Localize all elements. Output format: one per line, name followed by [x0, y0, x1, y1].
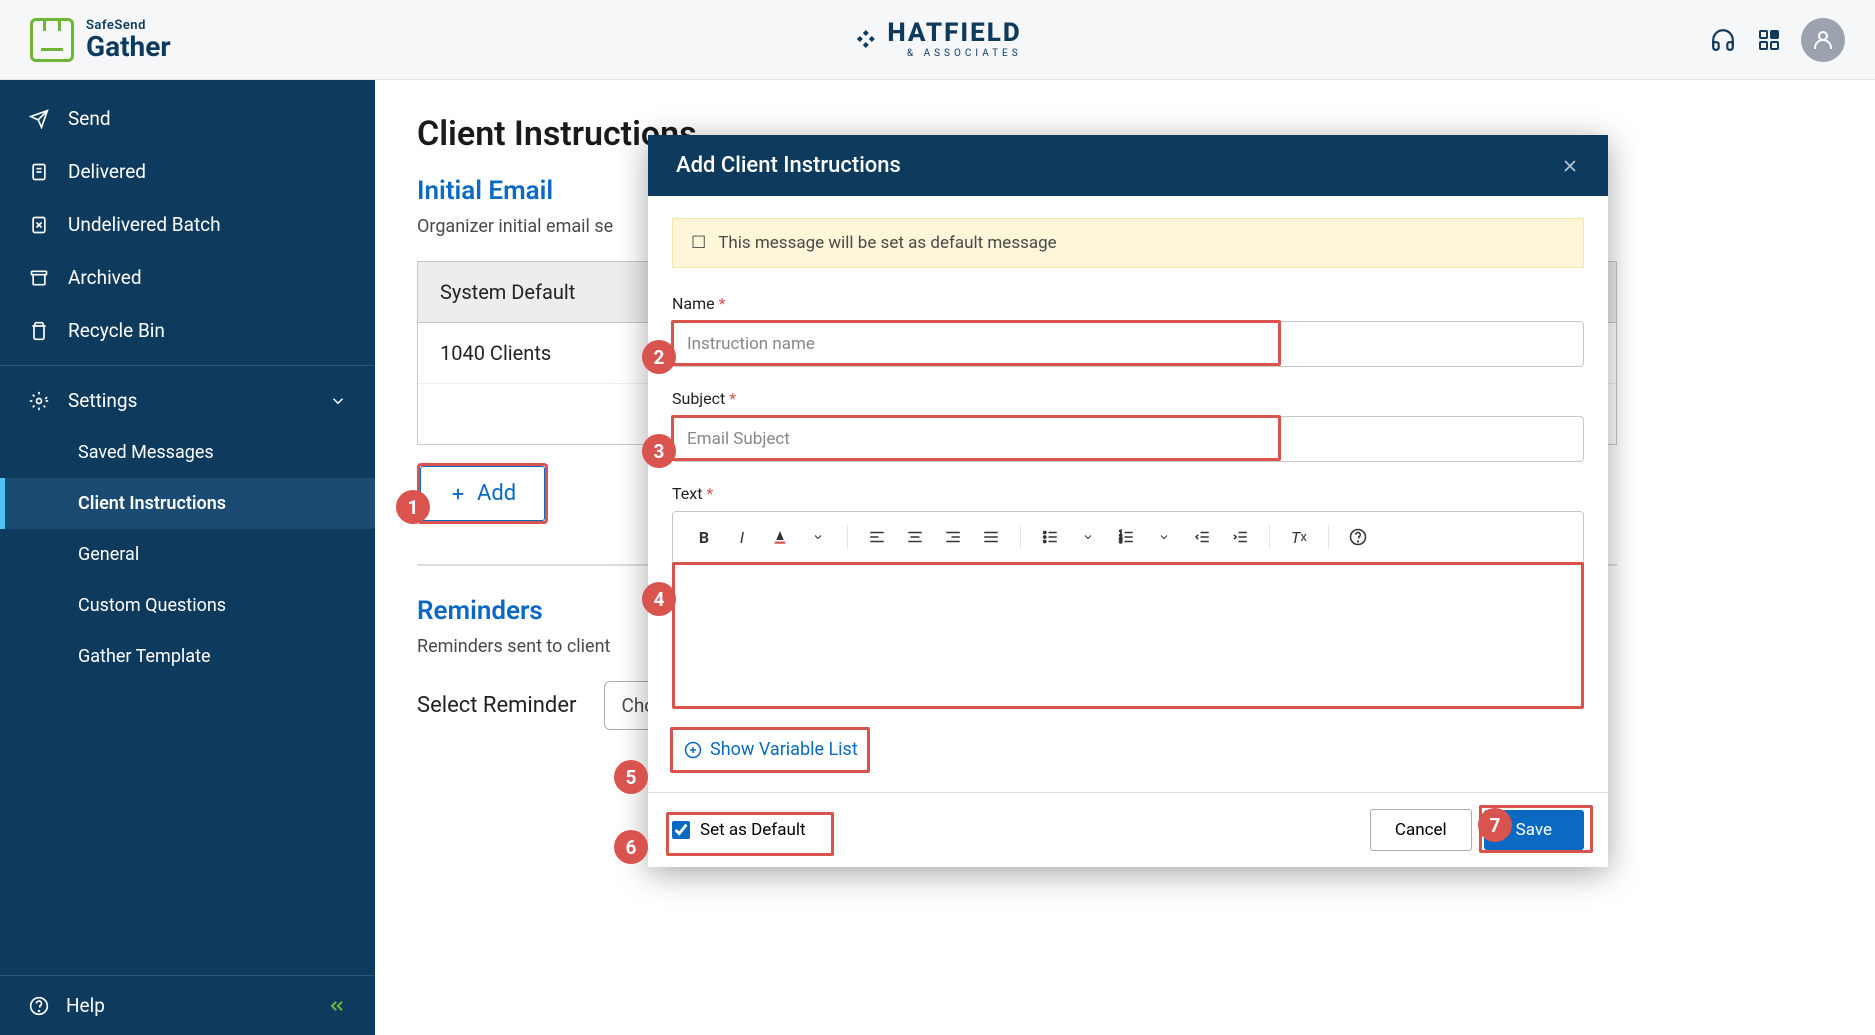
- callout-badge-5: 5: [614, 760, 648, 794]
- sidebar-item-undelivered[interactable]: Undelivered Batch: [0, 198, 375, 251]
- x-file-icon: [28, 214, 50, 236]
- select-reminder-label: Select Reminder: [417, 693, 576, 718]
- sidebar-item-label: Client Instructions: [78, 493, 226, 514]
- gear-icon: [28, 390, 50, 412]
- callout-badge-2: 2: [642, 340, 676, 374]
- plus-circle-icon: [684, 741, 702, 759]
- modal-header: Add Client Instructions: [648, 135, 1608, 196]
- sidebar-item-recycle[interactable]: Recycle Bin: [0, 304, 375, 357]
- help-button[interactable]: [1343, 522, 1373, 552]
- sidebar-item-general[interactable]: General: [0, 529, 375, 580]
- dropdown-icon[interactable]: [1073, 522, 1103, 552]
- sidebar-item-label: Delivered: [68, 160, 146, 183]
- sidebar-item-client-instructions[interactable]: Client Instructions: [0, 478, 375, 529]
- sidebar-item-settings[interactable]: Settings: [0, 374, 375, 427]
- add-client-instructions-modal: Add Client Instructions ☐ This message w…: [648, 135, 1608, 867]
- indent-button[interactable]: [1225, 522, 1255, 552]
- sidebar-footer: Help: [0, 975, 375, 1035]
- logo-bottom-text: Gather: [86, 33, 171, 61]
- sidebar-item-custom-questions[interactable]: Custom Questions: [0, 580, 375, 631]
- italic-button[interactable]: I: [727, 522, 757, 552]
- help-link[interactable]: Help: [66, 994, 105, 1017]
- svg-text:3: 3: [1119, 539, 1122, 545]
- bullet-list-button[interactable]: [1035, 522, 1065, 552]
- plus-icon: [449, 485, 467, 503]
- user-avatar[interactable]: [1801, 18, 1845, 62]
- subject-input[interactable]: [672, 416, 1584, 462]
- sidebar-item-label: General: [78, 544, 139, 565]
- callout-badge-6: 6: [614, 830, 648, 864]
- cancel-button[interactable]: Cancel: [1370, 809, 1472, 851]
- set-default-label: Set as Default: [700, 820, 806, 840]
- sidebar-item-saved-messages[interactable]: Saved Messages: [0, 427, 375, 478]
- name-input[interactable]: [672, 321, 1584, 367]
- modal-footer: Set as Default Cancel Save: [648, 792, 1608, 867]
- align-right-button[interactable]: [938, 522, 968, 552]
- default-notice: ☐ This message will be set as default me…: [672, 218, 1584, 268]
- align-center-button[interactable]: [900, 522, 930, 552]
- sidebar-item-label: Custom Questions: [78, 595, 226, 616]
- collapse-icon[interactable]: [327, 996, 347, 1016]
- callout-badge-7: 7: [1478, 808, 1512, 842]
- headset-icon[interactable]: [1709, 26, 1737, 54]
- close-icon[interactable]: [1560, 156, 1580, 176]
- archive-icon: [28, 267, 50, 289]
- apps-icon[interactable]: [1755, 26, 1783, 54]
- sidebar-divider: [0, 365, 375, 366]
- sidebar-item-label: Send: [68, 107, 111, 130]
- callout-badge-1: 1: [396, 490, 430, 524]
- set-default-checkbox[interactable]: [672, 821, 690, 839]
- company-name: HATFIELD: [887, 20, 1021, 46]
- dropdown-icon[interactable]: [803, 522, 833, 552]
- text-color-button[interactable]: [765, 522, 795, 552]
- sidebar-item-label: Saved Messages: [78, 442, 214, 463]
- align-justify-button[interactable]: [976, 522, 1006, 552]
- company-icon: [853, 28, 877, 52]
- name-label: Name *: [672, 294, 1584, 313]
- send-icon: [28, 108, 50, 130]
- sidebar-item-send[interactable]: Send: [0, 92, 375, 145]
- file-icon: [28, 161, 50, 183]
- app-logo: SafeSend Gather: [30, 18, 171, 62]
- app-header: SafeSend Gather HATFIELD & ASSOCIATES: [0, 0, 1875, 80]
- outdent-button[interactable]: [1187, 522, 1217, 552]
- bold-button[interactable]: B: [689, 522, 719, 552]
- sidebar-item-archived[interactable]: Archived: [0, 251, 375, 304]
- number-list-button[interactable]: 123: [1111, 522, 1141, 552]
- dropdown-icon[interactable]: [1149, 522, 1179, 552]
- gather-logo-icon: [30, 18, 74, 62]
- show-variable-list-link[interactable]: Show Variable List: [672, 729, 870, 770]
- callout-badge-3: 3: [642, 434, 676, 468]
- callout-badge-4: 4: [642, 582, 676, 616]
- subject-label: Subject *: [672, 389, 1584, 408]
- rich-text-editor: B I 123 Tx: [672, 511, 1584, 709]
- sidebar-item-label: Gather Template: [78, 646, 211, 667]
- company-tagline: & ASSOCIATES: [887, 48, 1021, 59]
- sidebar-item-delivered[interactable]: Delivered: [0, 145, 375, 198]
- info-icon: ☐: [691, 233, 706, 253]
- chevron-down-icon: [329, 392, 347, 410]
- align-left-button[interactable]: [862, 522, 892, 552]
- sidebar-item-label: Archived: [68, 266, 142, 289]
- sidebar: Send Delivered Undelivered Batch Archive…: [0, 80, 375, 1035]
- callout-box-4: [672, 562, 1584, 709]
- sidebar-item-gather-template[interactable]: Gather Template: [0, 631, 375, 682]
- text-label: Text *: [672, 484, 1584, 503]
- sidebar-item-label: Undelivered Batch: [68, 213, 221, 236]
- trash-icon: [28, 320, 50, 342]
- clear-format-button[interactable]: Tx: [1284, 522, 1314, 552]
- callout-add-wrapper: Add: [417, 463, 548, 524]
- add-button[interactable]: Add: [420, 466, 545, 521]
- sidebar-item-label: Settings: [68, 389, 137, 412]
- editor-textarea[interactable]: [673, 563, 1583, 708]
- variable-link-label: Show Variable List: [710, 739, 858, 760]
- help-icon: [28, 995, 50, 1017]
- sidebar-item-label: Recycle Bin: [68, 319, 165, 342]
- notice-text: This message will be set as default mess…: [718, 233, 1056, 253]
- company-logo: HATFIELD & ASSOCIATES: [853, 20, 1021, 59]
- set-default-checkbox-wrap[interactable]: Set as Default: [672, 820, 806, 840]
- add-button-label: Add: [477, 481, 516, 506]
- editor-toolbar: B I 123 Tx: [673, 512, 1583, 563]
- modal-title: Add Client Instructions: [676, 153, 901, 178]
